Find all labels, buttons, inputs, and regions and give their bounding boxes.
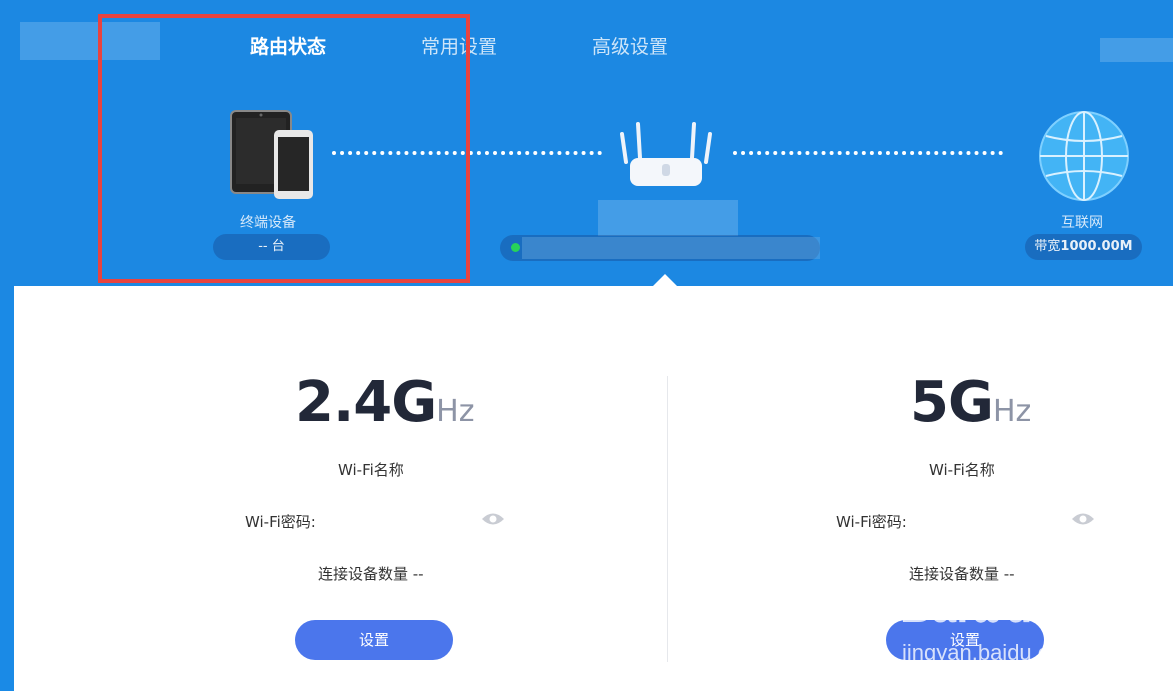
highlight-box [98, 14, 470, 283]
watermark-du: du [1005, 583, 1060, 632]
watermark-suffix: 经验 [1059, 592, 1128, 630]
panel-pointer [652, 274, 678, 287]
band-5-unit: Hz [992, 394, 1032, 429]
band-24-connected: 连接设备数量 -- [318, 565, 424, 583]
band-5-password-label: Wi-Fi密码: [836, 513, 907, 531]
watermark-brand: Bai✿du经验 [900, 582, 1127, 633]
router-name-blurred [598, 200, 738, 236]
tab-advanced-settings[interactable]: 高级设置 [592, 32, 668, 59]
band-24-title: 2.4GHz [295, 370, 474, 435]
band-5-title: 5GHz [910, 370, 1031, 435]
account-blurred[interactable] [1100, 38, 1173, 62]
bandwidth-prefix: 带宽 [1034, 239, 1061, 254]
router-icon[interactable] [618, 120, 714, 190]
router-status-dot [511, 243, 520, 252]
globe-icon[interactable] [1038, 110, 1130, 202]
band-5-eye-icon[interactable] [1071, 511, 1095, 525]
band-24-unit: Hz [436, 394, 475, 429]
band-5-freq: 5G [910, 370, 994, 435]
band-24-freq: 2.4G [295, 370, 437, 435]
band-24-eye-icon[interactable] [481, 511, 505, 525]
band-5-ssid-label: Wi-Fi名称 [929, 461, 995, 479]
connector-router-internet [733, 151, 1003, 155]
band-24-password-label: Wi-Fi密码: [245, 513, 316, 531]
watermark-url: jingyan.baidu.com [902, 640, 1080, 665]
internet-label: 互联网 [1061, 215, 1103, 231]
band-divider [667, 376, 668, 662]
watermark-paw-icon: ✿ [968, 583, 1006, 632]
band-5-connected: 连接设备数量 -- [909, 565, 1015, 583]
bandwidth-value: 1000.00M [1060, 239, 1133, 254]
router-status-blurred [522, 237, 820, 259]
band-24-ssid-label: Wi-Fi名称 [338, 461, 404, 479]
band-24-settings-button[interactable]: 设置 [295, 620, 453, 660]
bandwidth-badge: 带宽1000.00M [1025, 234, 1142, 260]
watermark-bai: Bai [900, 583, 969, 632]
